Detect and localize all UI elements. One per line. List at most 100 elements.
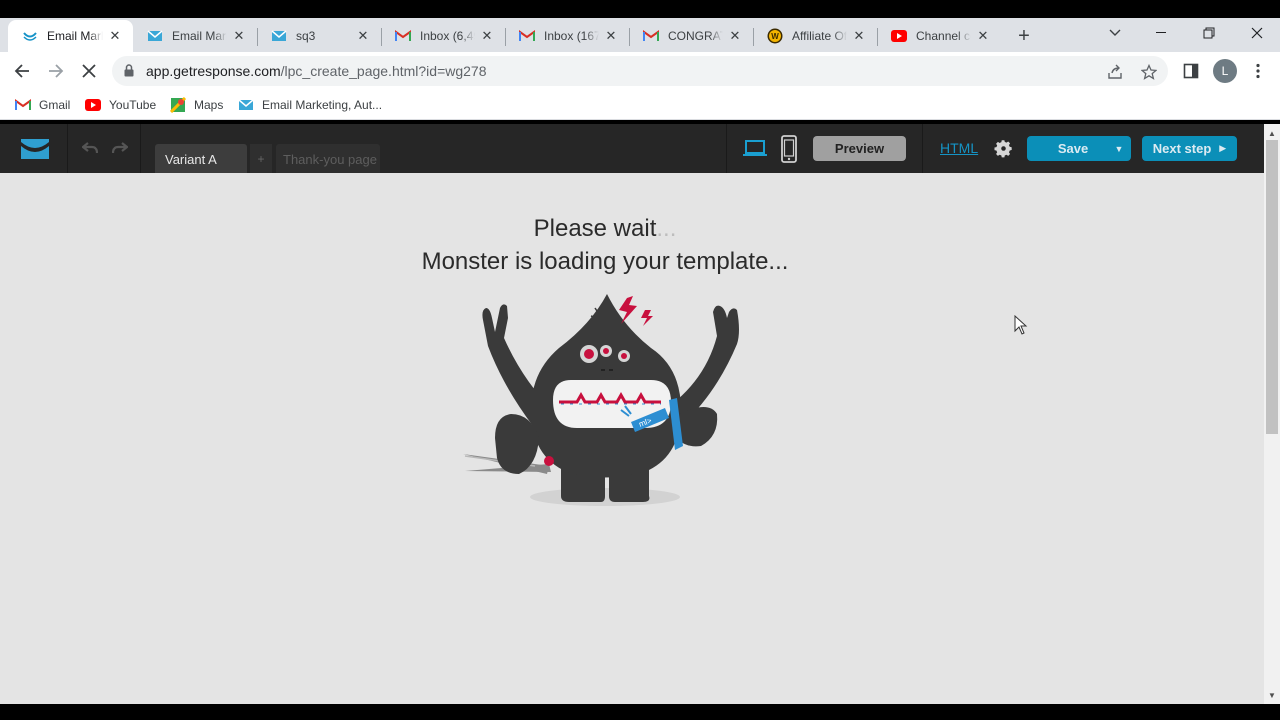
bottom-black-bar bbox=[0, 704, 1280, 720]
url-host: app.getresponse.com bbox=[146, 63, 281, 79]
bookmark-gmail[interactable]: Gmail bbox=[15, 96, 70, 114]
gmail-favicon-icon bbox=[643, 28, 659, 44]
settings-gear-icon[interactable] bbox=[993, 138, 1014, 164]
tab-email-marketing-1[interactable]: Email Marketing ✕ bbox=[8, 20, 133, 52]
mouse-cursor-icon bbox=[1014, 315, 1028, 335]
preview-button[interactable]: Preview bbox=[813, 136, 906, 161]
tab-title: Email Marketing bbox=[47, 29, 103, 43]
profile-avatar[interactable]: L bbox=[1213, 59, 1237, 83]
save-label: Save bbox=[1057, 141, 1089, 156]
bookmark-email-marketing[interactable]: Email Marketing, Aut... bbox=[238, 96, 382, 114]
close-tab-icon[interactable]: ✕ bbox=[975, 28, 991, 44]
url-path: /lpc_create_page.html?id=wg278 bbox=[280, 63, 487, 79]
tab-strip: Email Marketing ✕ Email Marketing ✕ sq3 … bbox=[0, 18, 1280, 52]
scrollbar-thumb[interactable] bbox=[1266, 140, 1278, 434]
bookmark-label: YouTube bbox=[109, 98, 157, 112]
lock-icon bbox=[124, 64, 134, 77]
bookmarks-bar: Gmail YouTube Maps Email Marketing, Aut.… bbox=[0, 90, 1280, 120]
close-window-icon[interactable] bbox=[1234, 18, 1280, 48]
forward-icon[interactable] bbox=[42, 57, 70, 85]
close-tab-icon[interactable]: ✕ bbox=[851, 28, 867, 44]
tab-variant-a[interactable]: Variant A bbox=[155, 144, 247, 173]
next-arrow-icon: ▶ bbox=[1219, 143, 1227, 153]
loading-subtitle: Monster is loading your template... bbox=[421, 248, 789, 275]
address-bar[interactable]: app.getresponse.com/lpc_create_page.html… bbox=[112, 56, 1168, 86]
divider bbox=[67, 124, 68, 173]
loading-title: Please wait... bbox=[0, 215, 1210, 243]
scroll-down-icon[interactable]: ▼ bbox=[1264, 688, 1280, 702]
tab-thank-you-page[interactable]: Thank-you page bbox=[276, 144, 380, 173]
tab-title: Channel co bbox=[916, 29, 971, 43]
undo-icon[interactable] bbox=[80, 138, 100, 158]
browser-menu-icon[interactable] bbox=[1248, 61, 1268, 81]
tab-inbox-2[interactable]: Inbox (167) ✕ bbox=[505, 20, 629, 52]
bookmark-label: Gmail bbox=[39, 98, 71, 112]
getresponse-favicon-icon bbox=[147, 28, 163, 44]
please-wait-text: Please wait bbox=[533, 215, 657, 242]
getresponse-logo-icon[interactable] bbox=[20, 138, 50, 160]
url-text: app.getresponse.com/lpc_create_page.html… bbox=[146, 63, 487, 79]
gmail-icon bbox=[15, 97, 31, 113]
close-tab-icon[interactable]: ✕ bbox=[355, 28, 371, 44]
gmail-favicon-icon bbox=[395, 28, 411, 44]
tab-search-icon[interactable] bbox=[1092, 18, 1138, 48]
tab-title: CONGRATS bbox=[668, 29, 723, 43]
next-step-button[interactable]: Next step ▶ bbox=[1142, 136, 1237, 161]
bookmark-maps[interactable]: Maps bbox=[170, 96, 223, 114]
editor-canvas: Please wait... Monster is loading your t… bbox=[0, 173, 1264, 704]
divider bbox=[922, 124, 923, 173]
scroll-up-icon[interactable]: ▲ bbox=[1264, 126, 1280, 140]
bookmark-star-icon[interactable] bbox=[1140, 63, 1158, 81]
maps-icon bbox=[170, 97, 186, 113]
close-tab-icon[interactable]: ✕ bbox=[107, 28, 123, 44]
share-icon[interactable] bbox=[1106, 63, 1124, 81]
stop-loading-icon[interactable] bbox=[75, 57, 103, 85]
redo-icon[interactable] bbox=[110, 138, 130, 158]
gmail-favicon-icon bbox=[519, 28, 535, 44]
tab-title: sq3 bbox=[296, 29, 316, 43]
close-tab-icon[interactable]: ✕ bbox=[603, 28, 619, 44]
close-tab-icon[interactable]: ✕ bbox=[479, 28, 495, 44]
bookmark-youtube[interactable]: YouTube bbox=[85, 96, 156, 114]
youtube-icon bbox=[85, 97, 101, 113]
top-black-bar bbox=[0, 0, 1280, 18]
divider bbox=[726, 124, 727, 173]
getresponse-icon bbox=[238, 97, 254, 113]
vertical-scrollbar[interactable]: ▲ ▼ bbox=[1264, 124, 1280, 704]
mobile-view-icon[interactable] bbox=[781, 135, 797, 168]
add-variant-button[interactable]: + bbox=[250, 144, 272, 173]
save-dropdown-caret-icon[interactable]: ▼ bbox=[1107, 144, 1131, 154]
bookmark-label: Email Marketing, Aut... bbox=[262, 98, 383, 112]
next-step-label: Next step bbox=[1152, 141, 1212, 156]
tab-inbox-1[interactable]: Inbox (6,49 ✕ bbox=[381, 20, 505, 52]
side-panel-icon[interactable] bbox=[1181, 61, 1201, 81]
tab-email-marketing-2[interactable]: Email Marketing ✕ bbox=[133, 20, 257, 52]
youtube-favicon-icon bbox=[891, 28, 907, 44]
divider bbox=[140, 124, 141, 173]
tab-title: Affiliate Off bbox=[792, 29, 847, 43]
editor-toolbar: Variant A + Thank-you page Preview HTML … bbox=[0, 124, 1264, 173]
new-tab-button[interactable]: + bbox=[1012, 24, 1036, 48]
loading-dots: ... bbox=[656, 215, 677, 242]
tab-title: Email Marketing bbox=[172, 29, 227, 43]
getresponse-favicon-icon bbox=[22, 28, 38, 44]
getresponse-favicon-icon bbox=[271, 28, 287, 44]
save-button[interactable]: Save ▼ bbox=[1027, 136, 1131, 161]
tab-title: Inbox (6,49 bbox=[420, 29, 475, 43]
html-link[interactable]: HTML bbox=[940, 140, 978, 156]
back-icon[interactable] bbox=[8, 57, 36, 85]
browser-toolbar: app.getresponse.com/lpc_create_page.html… bbox=[0, 52, 1280, 90]
tab-affiliate[interactable]: W Affiliate Off ✕ bbox=[753, 20, 877, 52]
svg-text:W: W bbox=[771, 32, 779, 41]
tab-congrats[interactable]: CONGRATS ✕ bbox=[629, 20, 753, 52]
desktop-view-icon[interactable] bbox=[743, 138, 767, 163]
tab-title: Inbox (167) bbox=[544, 29, 599, 43]
tab-channel[interactable]: Channel co ✕ bbox=[877, 20, 1001, 52]
affiliate-favicon-icon: W bbox=[767, 28, 783, 44]
close-tab-icon[interactable]: ✕ bbox=[727, 28, 743, 44]
close-tab-icon[interactable]: ✕ bbox=[231, 28, 247, 44]
minimize-icon[interactable] bbox=[1138, 18, 1184, 48]
restore-icon[interactable] bbox=[1186, 18, 1232, 48]
monster-mascot-icon: ml> bbox=[463, 294, 739, 506]
tab-sq3[interactable]: sq3 ✕ bbox=[257, 20, 381, 52]
